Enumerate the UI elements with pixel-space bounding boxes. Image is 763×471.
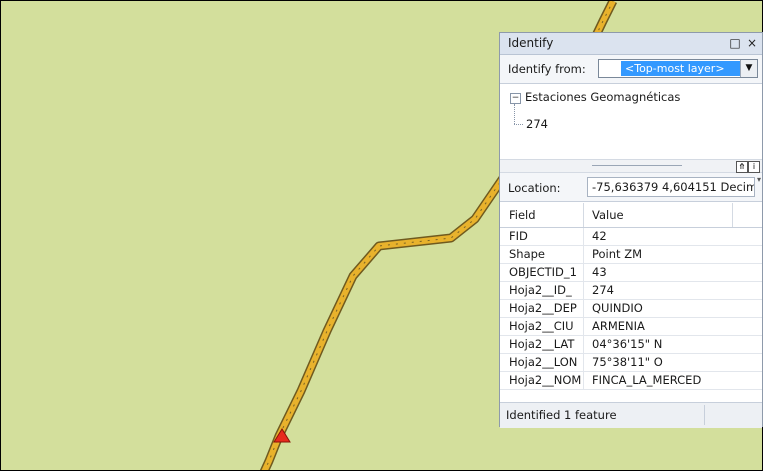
field-cell: OBJECTID_1 [509, 265, 577, 279]
identify-from-select[interactable]: <Top-most layer> ▼ [598, 59, 758, 78]
column-separator [732, 203, 733, 227]
field-cell: Hoja2__ID_ [509, 283, 572, 297]
field-cell: Hoja2__NOM [509, 373, 582, 387]
column-separator [583, 264, 584, 281]
identify-from-row: Identify from: <Top-most layer> ▼ [500, 55, 762, 83]
identify-window: Identify □ × Identify from: <Top-most la… [499, 32, 763, 428]
column-separator [583, 228, 584, 245]
column-separator [583, 282, 584, 299]
close-icon[interactable]: × [745, 35, 759, 51]
field-cell: Hoja2__LAT [509, 337, 575, 351]
value-cell: 274 [592, 283, 614, 297]
field-cell: Hoja2__DEP [509, 301, 577, 315]
identify-title: Identify [508, 36, 554, 50]
tree-feature-node[interactable]: 274 [526, 117, 548, 131]
status-text: Identified 1 feature [506, 408, 617, 422]
value-column-header[interactable]: Value [592, 208, 624, 222]
field-cell: FID [509, 229, 528, 243]
panel-splitter[interactable]: ⤊ i [500, 159, 762, 173]
value-cell: 75°38'11" O [592, 355, 663, 369]
value-cell: Point ZM [592, 247, 643, 261]
column-separator [583, 372, 584, 389]
attribute-table-header: Field Value [500, 203, 762, 228]
field-column-header[interactable]: Field [509, 208, 536, 222]
status-bar: Identified 1 feature [500, 402, 762, 428]
table-row[interactable]: OBJECTID_1 43 [500, 264, 762, 282]
table-row[interactable]: Hoja2__ID_ 274 [500, 282, 762, 300]
table-row[interactable]: Hoja2__CIU ARMENIA [500, 318, 762, 336]
column-separator [583, 246, 584, 263]
value-cell: QUINDIO [592, 301, 643, 315]
value-cell: ARMENIA [592, 319, 645, 333]
field-cell: Hoja2__LON [509, 355, 578, 369]
column-separator [583, 354, 584, 371]
table-row[interactable]: Hoja2__NOM FINCA_LA_MERCED [500, 372, 762, 390]
chevron-down-icon[interactable]: ▼ [740, 60, 757, 77]
tree-connector [514, 124, 523, 125]
location-label: Location: [508, 181, 561, 195]
value-cell: 43 [592, 265, 607, 279]
column-separator [583, 318, 584, 335]
status-separator [704, 405, 705, 425]
identify-from-value: <Top-most layer> [621, 61, 740, 76]
table-row[interactable]: Hoja2__DEP QUINDIO [500, 300, 762, 318]
location-row: Location: -75,636379 4,604151 Decimal De… [500, 173, 762, 202]
table-row[interactable]: FID 42 [500, 228, 762, 246]
identify-titlebar[interactable]: Identify □ × [500, 33, 762, 55]
field-cell: Shape [509, 247, 546, 261]
column-separator [583, 336, 584, 353]
results-tree: − Estaciones Geomagnéticas 274 [500, 83, 762, 160]
location-field[interactable]: -75,636379 4,604151 Decimal Degrees [587, 177, 755, 197]
info-icon[interactable]: i [748, 161, 760, 173]
column-separator [583, 203, 584, 227]
value-cell: 42 [592, 229, 607, 243]
table-row[interactable]: Hoja2__LON 75°38'11" O [500, 354, 762, 372]
pin-icon[interactable]: ▾ [757, 175, 761, 184]
collapse-icon[interactable]: − [510, 93, 521, 104]
collapse-up-icon[interactable]: ⤊ [736, 161, 748, 173]
splitter-grip[interactable] [592, 165, 682, 166]
table-row[interactable]: Shape Point ZM [500, 246, 762, 264]
restore-icon[interactable]: □ [728, 35, 742, 51]
field-cell: Hoja2__CIU [509, 319, 574, 333]
column-separator [583, 300, 584, 317]
value-cell: 04°36'15" N [592, 337, 663, 351]
identify-from-label: Identify from: [508, 62, 586, 76]
table-row[interactable]: Hoja2__LAT 04°36'15" N [500, 336, 762, 354]
value-cell: FINCA_LA_MERCED [592, 373, 702, 387]
tree-connector [514, 104, 515, 124]
attribute-table: FID 42 Shape Point ZM OBJECTID_1 43 Hoja2__ID_… [500, 228, 762, 390]
tree-layer-name[interactable]: Estaciones Geomagnéticas [525, 90, 680, 104]
